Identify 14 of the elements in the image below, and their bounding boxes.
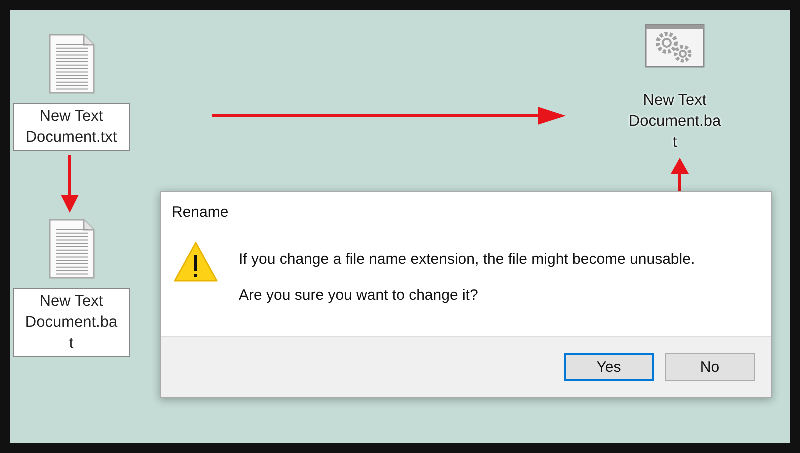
- dialog-button[interactable]: Yes: [564, 353, 654, 381]
- warning-message: If you change a file name extension, the file might become unusable.: [239, 251, 696, 268]
- down-arrow: [60, 155, 80, 215]
- confirm-question: Are you sure you want to change it?: [239, 287, 480, 304]
- dialog-title: Rename: [171, 203, 230, 221]
- up-arrow: [670, 157, 690, 191]
- rename-field[interactable]: New Text Document.txt: [13, 103, 130, 151]
- dialog-button[interactable]: No: [665, 353, 755, 381]
- text-file-icon[interactable]: [48, 33, 96, 95]
- warning-icon: [173, 241, 219, 283]
- icon-label: New Text Document.ba t: [628, 91, 722, 153]
- rename-field[interactable]: New Text Document.ba t: [13, 288, 130, 357]
- text-file-icon[interactable]: [48, 218, 96, 280]
- gears-window-icon[interactable]: [645, 24, 705, 68]
